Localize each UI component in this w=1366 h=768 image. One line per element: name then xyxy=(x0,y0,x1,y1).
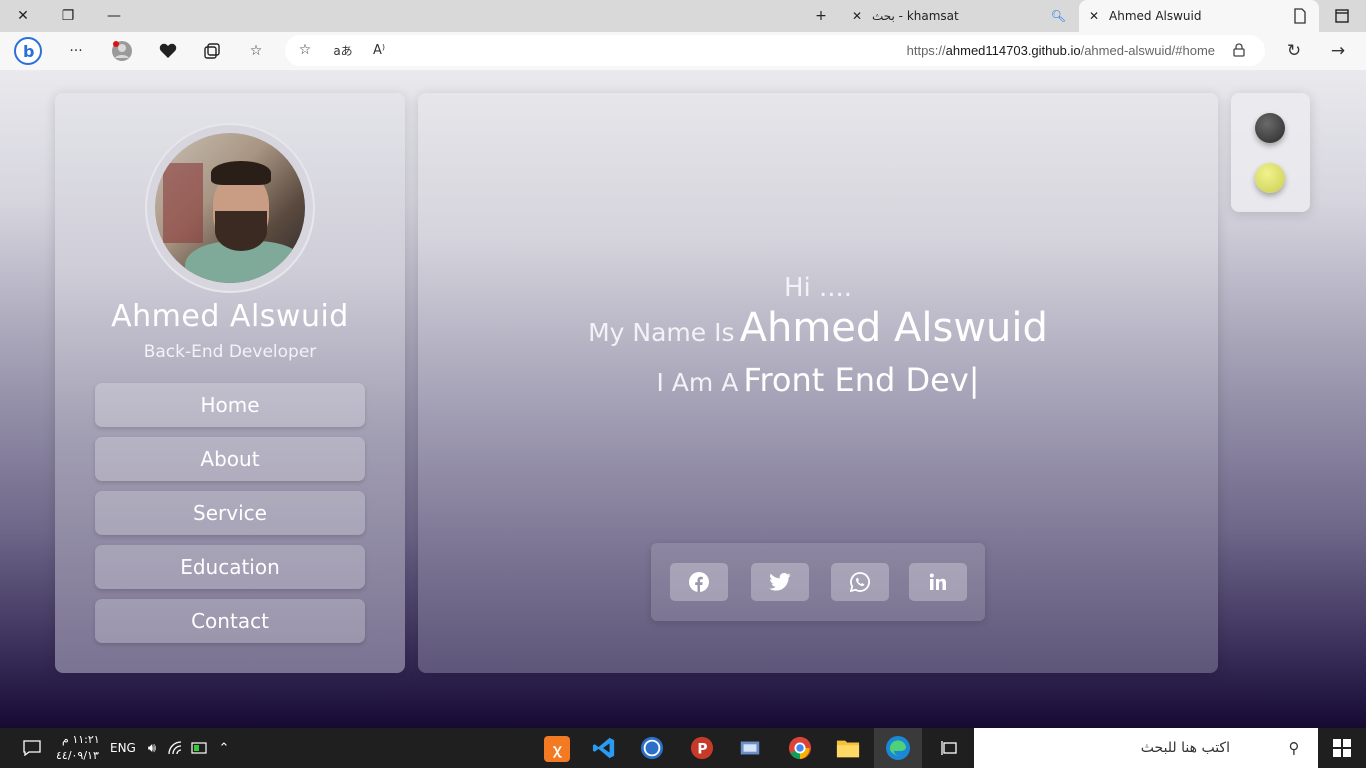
tab-title: Ahmed Alswuid xyxy=(1109,9,1202,23)
hero-section: Hi .... My Name Is Ahmed Alswuid I Am A … xyxy=(418,93,1218,673)
collections-icon[interactable] xyxy=(200,39,224,63)
network-icon[interactable] xyxy=(164,736,188,760)
close-icon[interactable]: ✕ xyxy=(11,4,35,28)
nav-home-button[interactable]: Home xyxy=(95,383,365,427)
whatsapp-icon xyxy=(850,572,870,592)
notifications-icon[interactable] xyxy=(20,736,44,760)
profile-name: Ahmed Alswuid xyxy=(111,299,349,334)
twitter-icon xyxy=(769,573,791,591)
avatar-ring xyxy=(145,123,315,293)
restore-icon[interactable]: ❐ xyxy=(56,4,80,28)
search-icon: 🔍︎ xyxy=(1050,9,1066,23)
battery-icon[interactable] xyxy=(188,736,212,760)
url-path: /ahmed-alswuid/#home xyxy=(1080,43,1215,58)
clock-time[interactable]: ١١:٢١ م xyxy=(62,733,100,746)
theme-switcher xyxy=(1231,93,1310,212)
taskbar: ١١:٢١ م ٤٤/٠٩/١٣ ENG 🔊︎ ⌃ ꭓ P اكتب هنا ل… xyxy=(0,728,1366,768)
linkedin-button[interactable] xyxy=(909,563,967,601)
clock-date[interactable]: ٤٤/٠٩/١٣ xyxy=(56,749,99,762)
svg-text:b: b xyxy=(23,42,34,61)
hero-name-prefix: My Name Is xyxy=(588,318,735,347)
tab-khamsat[interactable]: ✕ khamsat - بحث 🔍︎ xyxy=(842,0,1074,32)
facebook-icon xyxy=(689,572,709,592)
vscode-icon[interactable] xyxy=(592,736,616,760)
nav-about-button[interactable]: About xyxy=(95,437,365,481)
file-explorer-icon[interactable] xyxy=(836,736,860,760)
network-tool-icon[interactable] xyxy=(738,736,762,760)
bing-icon[interactable]: b xyxy=(14,37,42,65)
read-aloud-icon[interactable]: A⁾ xyxy=(367,38,391,62)
tab-bar: ✕ ❐ — + ✕ khamsat - بحث 🔍︎ ✕ Ahmed Alswu… xyxy=(0,0,1366,32)
forward-icon[interactable]: → xyxy=(1326,39,1350,63)
whatsapp-button[interactable] xyxy=(831,563,889,601)
chrome-icon[interactable] xyxy=(788,736,812,760)
minimize-icon[interactable]: — xyxy=(102,4,126,28)
facebook-button[interactable] xyxy=(670,563,728,601)
xampp-icon[interactable]: ꭓ xyxy=(544,736,570,762)
svg-text:P: P xyxy=(697,742,707,758)
avatar xyxy=(155,133,305,283)
url-text[interactable]: https://ahmed114703.github.io/ahmed-alsw… xyxy=(907,43,1215,58)
hero-greeting: Hi .... xyxy=(783,273,853,303)
address-bar[interactable]: ☆ aあ A⁾ https://ahmed114703.github.io/ah… xyxy=(285,35,1265,66)
lock-icon[interactable] xyxy=(1227,38,1251,62)
profile-icon[interactable] xyxy=(110,39,134,63)
tab-ahmed-alswuid[interactable]: ✕ Ahmed Alswuid xyxy=(1079,0,1319,32)
profile-role: Back-End Developer xyxy=(143,342,317,362)
psiphon-icon[interactable]: P xyxy=(690,736,714,760)
hero-name: Ahmed Alswuid xyxy=(739,305,1048,351)
health-icon[interactable] xyxy=(156,39,180,63)
tab-title: khamsat - بحث xyxy=(872,9,959,23)
search-icon: ⚲ xyxy=(1288,739,1300,757)
nav-education-button[interactable]: Education xyxy=(95,545,365,589)
hero-role-typed: Front End Dev| xyxy=(743,361,980,399)
social-links xyxy=(651,543,985,621)
search-placeholder: اكتب هنا للبحث xyxy=(1140,740,1230,756)
linkedin-icon xyxy=(929,573,946,590)
edge-icon[interactable] xyxy=(874,728,922,768)
tab-close-icon[interactable]: ✕ xyxy=(1087,9,1101,23)
twitter-button[interactable] xyxy=(751,563,809,601)
sidebar: Ahmed Alswuid Back-End Developer Home Ab… xyxy=(55,93,405,673)
hero-intro: My Name Is Ahmed Alswuid xyxy=(418,305,1218,351)
more-icon[interactable]: ··· xyxy=(64,39,88,63)
app-icon[interactable] xyxy=(640,736,664,760)
favorites-icon[interactable]: ☆ xyxy=(244,39,268,63)
hero-role-prefix: I Am A xyxy=(656,368,739,397)
add-favorite-icon[interactable]: ☆ xyxy=(293,38,317,62)
tab-actions-icon[interactable] xyxy=(1330,4,1354,28)
tab-close-icon[interactable]: ✕ xyxy=(850,9,864,23)
volume-icon[interactable]: 🔊︎ xyxy=(140,736,164,760)
task-view-icon[interactable] xyxy=(938,736,962,760)
url-prefix: https:// xyxy=(906,43,946,58)
hero-role-line: I Am A Front End Dev| xyxy=(418,361,1218,399)
chevron-up-icon[interactable]: ⌃ xyxy=(212,736,236,760)
url-host: ahmed114703.github.io xyxy=(945,43,1081,58)
translate-icon[interactable]: aあ xyxy=(331,38,355,62)
toolbar: b ··· ☆ ☆ aあ A⁾ https://ahmed114703.gith… xyxy=(0,32,1366,70)
refresh-icon[interactable]: ↻ xyxy=(1282,39,1306,63)
language-indicator[interactable]: ENG xyxy=(110,741,136,755)
dark-theme-button[interactable] xyxy=(1255,113,1285,143)
nav-service-button[interactable]: Service xyxy=(95,491,365,535)
taskbar-search[interactable]: اكتب هنا للبحث ⚲ xyxy=(974,728,1318,768)
light-theme-button[interactable] xyxy=(1255,163,1285,193)
nav-contact-button[interactable]: Contact xyxy=(95,599,365,643)
new-tab-icon[interactable]: + xyxy=(809,4,833,28)
start-icon[interactable] xyxy=(1330,736,1354,760)
page-icon xyxy=(1293,8,1307,27)
page: Ahmed Alswuid Back-End Developer Home Ab… xyxy=(0,70,1366,728)
